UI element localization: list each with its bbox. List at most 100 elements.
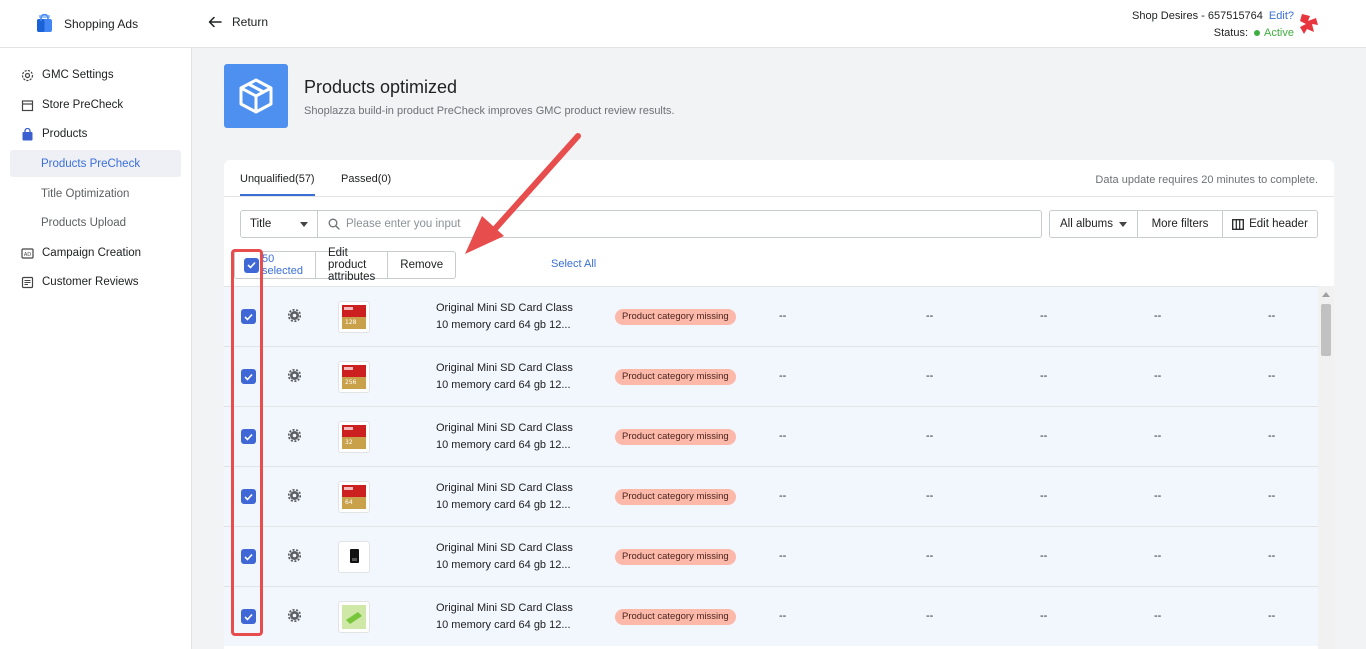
sidebar-item-label: Campaign Creation [42,247,142,259]
sidebar-item-campaign-creation[interactable]: AD Campaign Creation [20,242,141,264]
check-icon [244,373,253,381]
check-icon [244,493,253,501]
table-cell: -- [779,430,787,442]
sidebar-subitem-title-optimization[interactable]: Title Optimization [10,180,181,207]
albums-dropdown[interactable]: All albums [1049,210,1138,238]
product-name[interactable]: Original Mini SD Card Class 10 memory car… [436,540,586,574]
settings-gear-icon[interactable] [287,608,302,625]
row-checkbox[interactable] [241,609,256,624]
caret-down-icon [300,222,308,227]
albums-label: All albums [1059,218,1114,230]
row-checkbox[interactable] [241,429,256,444]
app-name: Shopping Ads [64,16,139,31]
remove-button[interactable]: Remove [388,252,455,278]
product-name[interactable]: Original Mini SD Card Class 10 memory car… [436,480,586,514]
products-table: 128 Original Mini SD Card Class 10 memory … [224,286,1318,649]
status-badge: Product category missing [615,429,736,445]
product-name[interactable]: Original Mini SD Card Class 10 memory car… [436,420,586,454]
field-select[interactable]: Title [240,210,318,238]
table-row[interactable]: 64 Original Mini SD Card Class 10 memory c… [224,466,1318,526]
sidebar-item-label: Customer Reviews [42,276,139,288]
return-label: Return [232,15,269,29]
table-cell: -- [1040,550,1048,562]
product-thumbnail[interactable]: 64 [338,481,370,513]
shop-info: Shop Desires - 657515764 Edit? Status: Act… [1132,8,1294,42]
product-name[interactable]: Original Mini SD Card Class 10 memory car… [436,600,586,634]
status-dot [1254,29,1261,36]
more-filters-button[interactable]: More filters [1137,210,1223,238]
review-icon [20,275,34,289]
scroll-thumb[interactable] [1321,304,1331,356]
sidebar-item-label: Store PreCheck [42,99,124,111]
table-row[interactable]: Original Mini SD Card Class 10 memory car… [224,526,1318,586]
table-cell: -- [1154,370,1162,382]
gear-icon [20,68,34,82]
shop-edit-link[interactable]: Edit? [1269,10,1294,22]
edit-product-attributes-button[interactable]: Edit product attributes [316,247,389,283]
page-subtitle: Shoplazza build-in product PreCheck impr… [304,105,675,117]
table-cell: -- [926,310,934,322]
table-cell: -- [1154,310,1162,322]
product-thumbnail[interactable] [338,541,370,573]
table-row[interactable]: 128 Original Mini SD Card Class 10 memory … [224,286,1318,346]
shop-name: Shop Desires - 657515764 [1132,10,1263,22]
edit-header-label: Edit header [1249,218,1308,230]
selected-count: 50 selected [262,253,303,277]
bulk-select[interactable]: 50 selected [235,252,316,278]
svg-text:64: 64 [345,499,353,506]
sidebar-item-store-precheck[interactable]: Store PreCheck [20,94,123,116]
settings-gear-icon[interactable] [287,548,302,565]
table-cell: -- [779,550,787,562]
arrow-left-icon [208,16,222,28]
scroll-up-arrow-icon[interactable] [1322,292,1330,297]
row-checkbox[interactable] [241,549,256,564]
table-cell: -- [1268,610,1276,622]
table-cell: -- [779,610,787,622]
sidebar-subitem-products-upload[interactable]: Products Upload [10,209,181,236]
edit-header-button[interactable]: Edit header [1222,210,1318,238]
product-name[interactable]: Original Mini SD Card Class 10 memory car… [436,360,586,394]
settings-gear-icon[interactable] [287,428,302,445]
product-thumbnail[interactable]: 128 [338,301,370,333]
table-cell: -- [1040,430,1048,442]
sidebar-subitem-products-precheck[interactable]: Products PreCheck [10,150,181,177]
top-bar: Shopping Ads Return Shop Desires - 65751… [0,0,1366,48]
row-checkbox[interactable] [241,369,256,384]
product-name[interactable]: Original Mini SD Card Class 10 memory car… [436,300,586,334]
tabs: Unqualified(57) Passed(0) Data update re… [224,160,1334,197]
sidebar-item-products[interactable]: Products [20,123,87,145]
table-row[interactable]: 256 Original Mini SD Card Class 10 memory … [224,346,1318,406]
product-thumbnail[interactable] [338,601,370,633]
select-all-link[interactable]: Select All [551,258,596,270]
table-cell: -- [926,430,934,442]
settings-gear-icon[interactable] [287,308,302,325]
sidebar-item-gmc-settings[interactable]: GMC Settings [20,64,114,86]
row-checkbox[interactable] [241,309,256,324]
tab-unqualified[interactable]: Unqualified(57) [240,173,315,196]
sidebar-item-customer-reviews[interactable]: Customer Reviews [20,271,139,293]
row-checkbox[interactable] [241,489,256,504]
table-cell: -- [926,610,934,622]
table-row[interactable]: 32 Original Mini SD Card Class 10 memory c… [224,406,1318,466]
app-brand[interactable]: Shopping Ads [36,14,138,33]
svg-text:128: 128 [345,319,357,326]
check-icon [244,313,253,321]
table-cell: -- [1268,490,1276,502]
scrollbar[interactable] [1318,286,1334,649]
table-cell: -- [1268,550,1276,562]
return-button[interactable]: Return [208,15,268,29]
check-icon [244,613,253,621]
product-thumbnail[interactable]: 32 [338,421,370,453]
settings-gear-icon[interactable] [287,368,302,385]
table-cell: -- [926,550,934,562]
search-input[interactable] [346,218,1026,230]
select-all-checkbox[interactable] [244,257,259,273]
product-thumbnail[interactable]: 256 [338,361,370,393]
status-badge: Product category missing [615,489,736,505]
settings-gear-icon[interactable] [287,488,302,505]
tab-passed[interactable]: Passed(0) [341,173,391,194]
table-row[interactable]: Original Mini SD Card Class 10 memory car… [224,586,1318,646]
caret-down-icon [1119,221,1128,227]
table-cell: -- [926,370,934,382]
table-cell: -- [1154,610,1162,622]
